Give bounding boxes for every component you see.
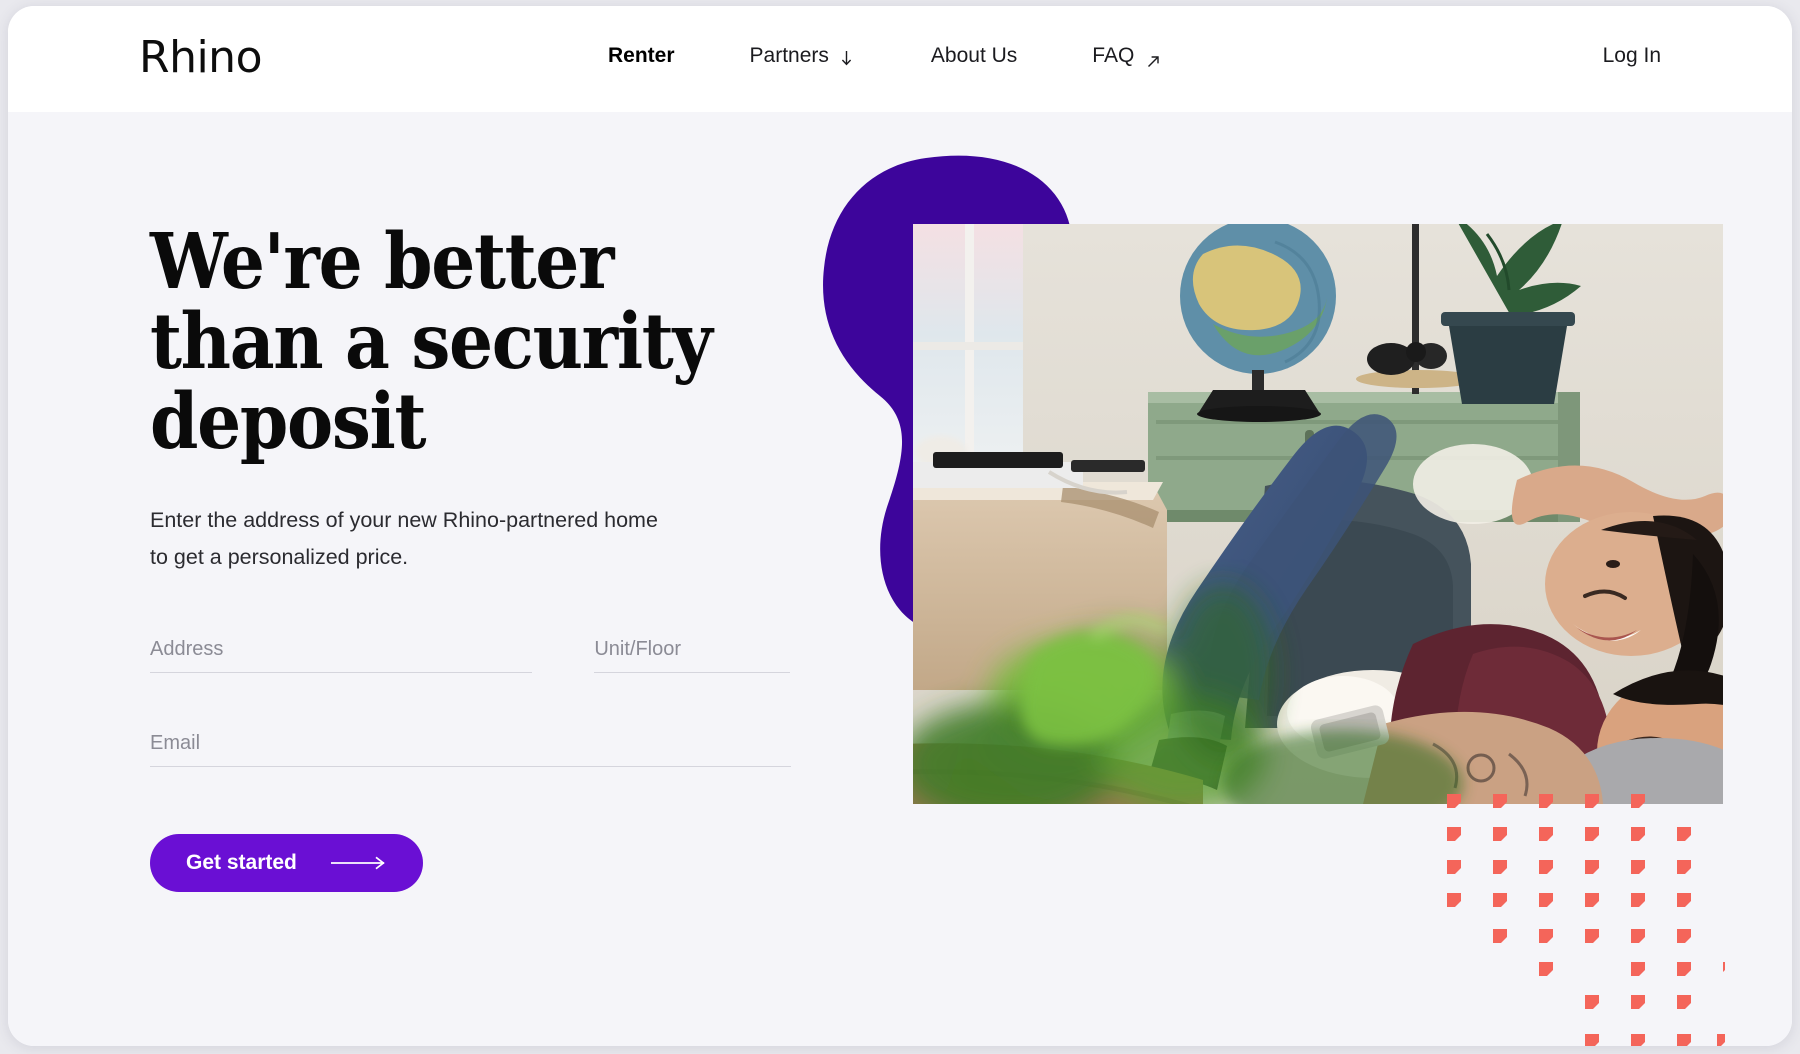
email-field-wrapper	[150, 732, 791, 768]
nav-item-label: Renter	[608, 44, 675, 67]
nav-item-label: About Us	[930, 44, 1018, 67]
login-link[interactable]: Log In	[1603, 44, 1661, 68]
unit-floor-input[interactable]	[594, 638, 790, 662]
nav-item-partners[interactable]: Partners	[750, 44, 853, 68]
main-navigation: Renter Partners About Us FAQ	[608, 44, 1160, 68]
site-header: Rhino Renter Partners About Us FAQ Log I…	[8, 6, 1792, 112]
brand-logo[interactable]: Rhino	[139, 32, 263, 83]
nav-item-label: Partners	[749, 44, 829, 67]
form-row-address	[150, 638, 790, 674]
nav-item-faq[interactable]: FAQ	[1092, 44, 1160, 68]
hero-content: We're better than a security deposit Ent…	[150, 217, 810, 893]
decorative-dot-grid	[1445, 788, 1725, 1046]
address-input[interactable]	[150, 638, 533, 662]
unit-field-wrapper	[594, 638, 790, 674]
get-started-label: Get started	[186, 851, 297, 875]
nav-item-renter[interactable]: Renter	[608, 44, 675, 68]
external-link-arrow-icon	[1147, 50, 1160, 67]
get-started-button[interactable]: Get started	[150, 834, 423, 893]
arrow-down-icon	[840, 48, 853, 66]
hero-photo	[913, 224, 1723, 804]
page-card: Rhino Renter Partners About Us FAQ Log I…	[8, 6, 1792, 1046]
nav-item-about-us[interactable]: About Us	[931, 44, 1017, 68]
hero-subtitle: Enter the address of your new Rhino-part…	[150, 508, 658, 570]
nav-item-label: FAQ	[1092, 44, 1135, 67]
hero-section: We're better than a security deposit Ent…	[8, 112, 1792, 1046]
long-arrow-right-icon	[330, 856, 387, 870]
email-input[interactable]	[150, 732, 791, 756]
address-field-wrapper	[150, 638, 533, 674]
page-title: We're better than a security deposit	[150, 217, 713, 468]
quote-form: Get started	[150, 638, 791, 893]
